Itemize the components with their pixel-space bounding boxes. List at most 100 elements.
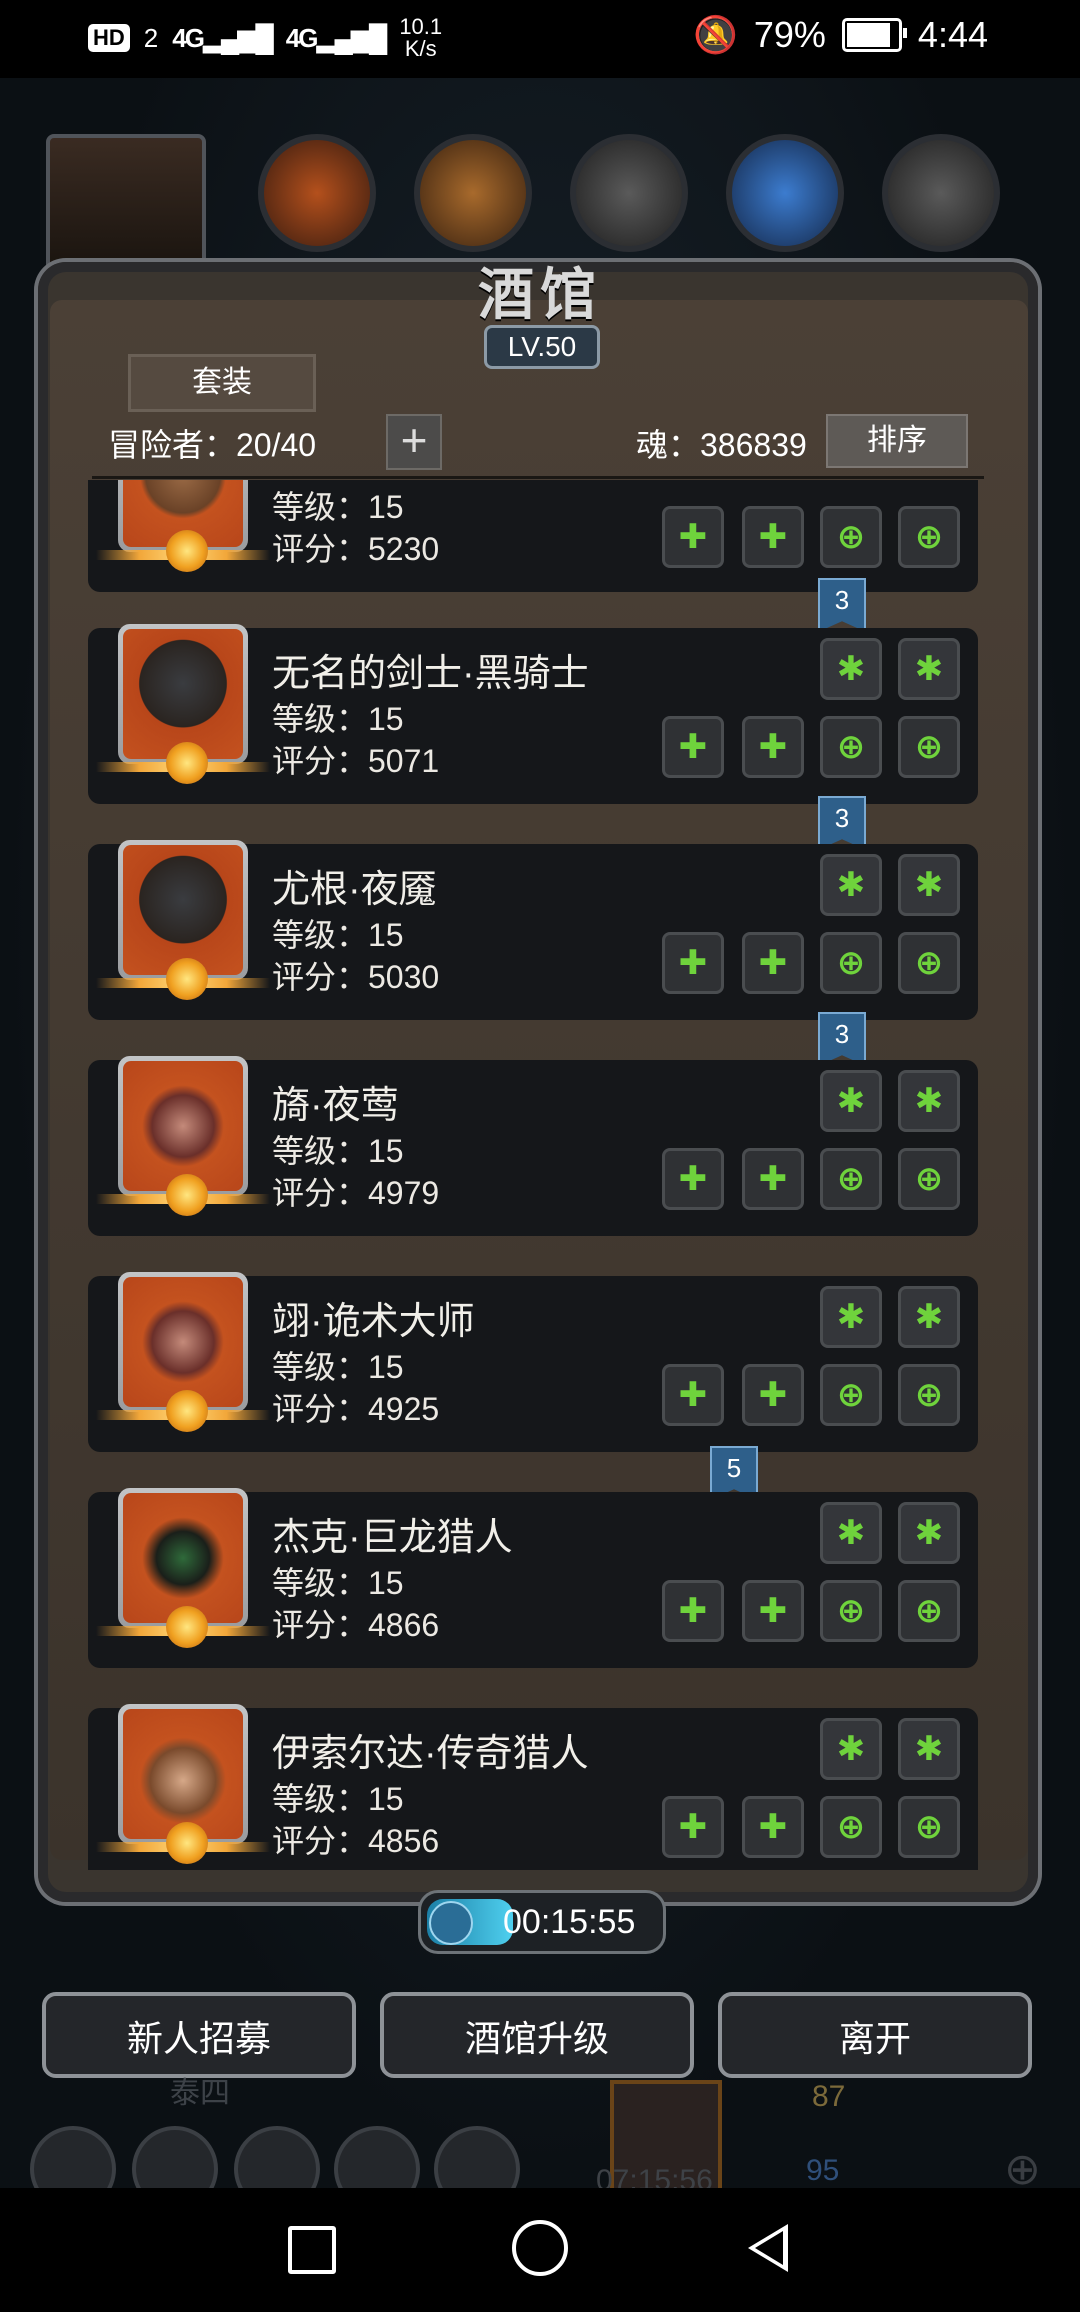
amulet-slot[interactable]: ⊕ (898, 1580, 960, 1642)
sort-button[interactable]: 排序 (826, 414, 968, 468)
armor-slot[interactable]: ✚ (742, 1796, 804, 1858)
weapon-slot[interactable]: ✚ (662, 1796, 724, 1858)
accessory-slot[interactable]: ✱ (898, 1502, 960, 1564)
leave-button[interactable]: 离开 (718, 1992, 1032, 2078)
ring-slot[interactable]: ⊕ (820, 1580, 882, 1642)
hero-level: 等级：15 (272, 1349, 404, 1385)
accessory-slot[interactable]: ✱ (898, 1286, 960, 1348)
ring-slot[interactable]: ⊕ (820, 932, 882, 994)
hero-score: 评分：4925 (272, 1391, 440, 1427)
weapon-slot[interactable]: ✚ (662, 932, 724, 994)
behind-label: 泰四 (170, 2077, 230, 2110)
accessory-slot[interactable]: ✱ (898, 1718, 960, 1780)
armor-slot[interactable]: ✚ (742, 1364, 804, 1426)
hero-portrait[interactable] (96, 1488, 270, 1648)
recruit-button[interactable]: 新人招募 (42, 1992, 356, 2078)
accessory-slot[interactable]: ✱ (820, 638, 882, 700)
back-icon[interactable] (748, 2224, 788, 2272)
rank-ribbon: 3 (818, 1012, 866, 1066)
hero-portrait[interactable] (96, 624, 270, 784)
accessory-slot[interactable]: ✱ (820, 1502, 882, 1564)
hero-card[interactable]: 无名的剑士·黑骑士 等级：15 评分：5071 ✱ ✱ ✚ ✚ ⊕ ⊕ (88, 624, 978, 804)
home-icon[interactable] (512, 2220, 568, 2276)
network-speed: 10.1 K/s (399, 14, 443, 61)
hero-portrait[interactable] (96, 840, 270, 1000)
amulet-slot[interactable]: ⊕ (898, 1364, 960, 1426)
armor-slot[interactable]: ✚ (742, 506, 804, 568)
hero-portrait[interactable] (96, 1272, 270, 1432)
weapon-slot[interactable]: ✚ (662, 1580, 724, 1642)
weapon-slot[interactable]: ✚ (662, 1148, 724, 1210)
amulet-slot[interactable]: ⊕ (898, 506, 960, 568)
hero-name: 杰克·巨龙猎人 (272, 1517, 513, 1559)
ring-slot[interactable]: ⊕ (820, 1364, 882, 1426)
soul-count: 魂：386839 (636, 427, 807, 463)
ring-slot[interactable]: ⊕ (820, 1148, 882, 1210)
resource-crystal-icon[interactable] (726, 134, 844, 252)
suit-button[interactable]: 套装 (128, 354, 316, 412)
armor-slot[interactable]: ✚ (742, 1580, 804, 1642)
accessory-slot[interactable]: ✱ (898, 854, 960, 916)
ring-slot[interactable]: ⊕ (820, 1796, 882, 1858)
hero-portrait[interactable] (96, 1056, 270, 1216)
hero-level: 等级：15 (272, 917, 404, 953)
add-slot-button[interactable]: + (386, 414, 442, 470)
rank-ribbon: 3 (818, 796, 866, 850)
hero-card[interactable]: 翊·诡术大师 等级：15 评分：4925 ✱ ✱ ✚ ✚ ⊕ ⊕ (88, 1272, 978, 1452)
resource-stone-icon[interactable] (570, 134, 688, 252)
accessory-slot[interactable]: ✱ (820, 854, 882, 916)
hero-card[interactable]: 杰克·巨龙猎人 等级：15 评分：4866 ✱ ✱ ✚ ✚ ⊕ ⊕ (88, 1488, 978, 1668)
weapon-slot[interactable]: ✚ (662, 1364, 724, 1426)
hero-card[interactable]: 伊索尔达·传奇猎人 等级：15 评分：4856 ✱ ✱ ✚ ✚ ⊕ ⊕ (88, 1704, 978, 1870)
panel-title: 酒馆 (478, 263, 602, 326)
resource-iron-icon[interactable] (882, 134, 1000, 252)
upgrade-tavern-button[interactable]: 酒馆升级 (380, 1992, 694, 2078)
weapon-slot[interactable]: ✚ (662, 716, 724, 778)
accessory-slot[interactable]: ✱ (820, 1070, 882, 1132)
star-emblem-icon (166, 530, 208, 572)
sim-index: 2 (143, 22, 159, 53)
hero-level: 等级：15 (272, 701, 404, 737)
accessory-slot[interactable]: ✱ (820, 1718, 882, 1780)
hero-card[interactable]: 尤根·夜魇 等级：15 评分：5030 ✱ ✱ ✚ ✚ ⊕ ⊕ (88, 840, 978, 1020)
hero-card[interactable]: 等级：15 评分：5230 ✚ ✚ ⊕ ⊕ (88, 480, 978, 592)
hero-list[interactable]: 等级：15 评分：5230 ✚ ✚ ⊕ ⊕ 3 无名的剑士·黑骑士 等级：15 … (88, 480, 992, 1870)
amulet-slot[interactable]: ⊕ (898, 1796, 960, 1858)
star-emblem-icon (166, 958, 208, 1000)
hero-level: 等级：15 (272, 1133, 404, 1169)
resource-meat-icon[interactable] (258, 134, 376, 252)
recent-apps-icon[interactable] (288, 2226, 336, 2274)
clock-icon (429, 1901, 473, 1945)
armor-slot[interactable]: ✚ (742, 716, 804, 778)
hero-score: 评分：4856 (272, 1823, 440, 1859)
hero-card[interactable]: 旖·夜莺 等级：15 评分：4979 ✱ ✱ ✚ ✚ ⊕ ⊕ (88, 1056, 978, 1236)
system-nav-bar (0, 2188, 1080, 2312)
weapon-slot[interactable]: ✚ (662, 506, 724, 568)
accessory-slot[interactable]: ✱ (820, 1286, 882, 1348)
hero-score: 评分：5071 (272, 743, 440, 779)
tavern-level-badge: LV.50 (484, 325, 600, 369)
accessory-slot[interactable]: ✱ (898, 1070, 960, 1132)
hero-level: 等级：15 (272, 1565, 404, 1601)
tavern-refresh-timer: 00:15:55 (418, 1890, 666, 1954)
ring-slot[interactable]: ⊕ (820, 506, 882, 568)
ring-slot[interactable]: ⊕ (820, 716, 882, 778)
accessory-slot[interactable]: ✱ (898, 638, 960, 700)
armor-slot[interactable]: ✚ (742, 932, 804, 994)
timer-text: 00:15:55 (503, 1903, 636, 1941)
gold-count: 87 (812, 2080, 846, 2113)
star-emblem-icon (166, 1606, 208, 1648)
hero-score: 评分：5030 (272, 959, 440, 995)
hero-portrait[interactable] (96, 480, 270, 572)
battery-icon (841, 18, 907, 52)
hero-name: 无名的剑士·黑骑士 (272, 653, 589, 695)
hero-portrait[interactable] (96, 1704, 270, 1864)
adventurer-count: 冒险者：20/40 (108, 427, 317, 463)
armor-slot[interactable]: ✚ (742, 1148, 804, 1210)
amulet-slot[interactable]: ⊕ (898, 716, 960, 778)
amulet-slot[interactable]: ⊕ (898, 1148, 960, 1210)
hero-level: 等级：15 (272, 489, 404, 525)
mute-bell-icon: 🔕 (693, 14, 738, 55)
amulet-slot[interactable]: ⊕ (898, 932, 960, 994)
resource-wood-icon[interactable] (414, 134, 532, 252)
